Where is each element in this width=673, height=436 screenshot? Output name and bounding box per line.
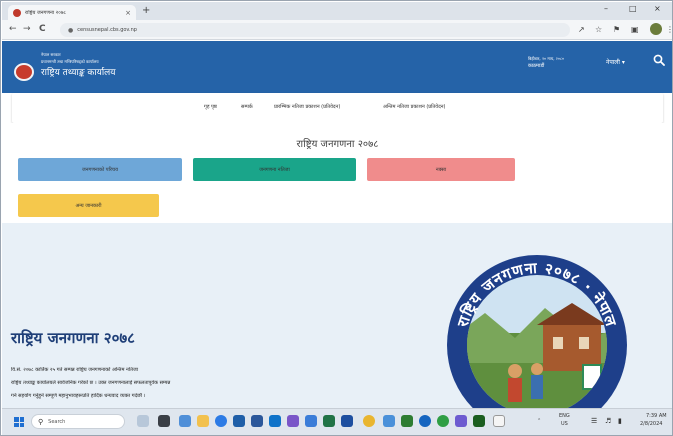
- language-selector[interactable]: नेपाली ▾: [606, 58, 625, 66]
- task-view-icon[interactable]: [158, 415, 170, 427]
- address-bar[interactable]: ● censusnepal.cbs.gov.np: [60, 23, 570, 37]
- spreadsheet-icon[interactable]: [473, 415, 485, 427]
- widgets-icon[interactable]: [179, 415, 191, 427]
- census-results-button[interactable]: जनगणना नतिजा: [193, 158, 356, 181]
- banner-paragraph-line-3: गर्न सहयोग गर्नुहुने सम्पूर्ण महानुभावहर…: [11, 393, 146, 399]
- chrome-icon[interactable]: [363, 415, 375, 427]
- nav-item-home[interactable]: गृह पृष्ठ: [204, 104, 217, 110]
- forward-button[interactable]: →: [23, 24, 31, 35]
- tab-close-icon[interactable]: ×: [125, 9, 131, 17]
- word-icon[interactable]: [251, 415, 263, 427]
- volume-icon[interactable]: ♬: [605, 417, 611, 425]
- calendar-icon[interactable]: [305, 415, 317, 427]
- close-window-button[interactable]: ×: [654, 4, 661, 13]
- copilot-icon[interactable]: [137, 415, 149, 427]
- nav-item-preliminary-results[interactable]: प्रारम्भिक नतिजा प्रकाशन (प्रतिवेदन): [274, 104, 340, 110]
- lock-icon: ●: [68, 26, 74, 34]
- taskbar-search-placeholder: Search: [48, 418, 66, 425]
- search-icon[interactable]: [653, 54, 665, 66]
- maps-icon[interactable]: [401, 415, 413, 427]
- other-info-button[interactable]: अन्य जानकारी: [18, 194, 159, 217]
- outlook-icon[interactable]: [341, 415, 353, 427]
- banner-title: राष्ट्रिय जनगणना २०७८: [11, 329, 135, 347]
- new-tab-button[interactable]: +: [142, 5, 150, 17]
- sidebar-icon[interactable]: ▣: [631, 24, 639, 35]
- media-icon[interactable]: [455, 415, 467, 427]
- browser-app-icon[interactable]: [437, 415, 449, 427]
- census-seal-logo: राष्ट्रिय जनगणना २०७८ · नेपाल: [445, 253, 629, 408]
- excel-icon[interactable]: [323, 415, 335, 427]
- tab-title: राष्ट्रिय जनगणना २०७८: [25, 9, 67, 16]
- favicon-icon: [13, 8, 21, 17]
- header-date: बिहीबार, २० माघ, २०८०: [528, 56, 565, 61]
- government-emblem-icon: [14, 63, 34, 81]
- keyboard-language-top[interactable]: ENG: [559, 413, 570, 419]
- battery-icon[interactable]: ▮: [618, 417, 622, 425]
- map-button[interactable]: नक्सा: [367, 158, 515, 181]
- extensions-icon[interactable]: ⚑: [613, 24, 620, 35]
- mail-icon[interactable]: [269, 415, 281, 427]
- minimize-button[interactable]: –: [604, 4, 608, 13]
- url-text: censusnepal.cbs.gov.np: [77, 27, 137, 33]
- reload-button[interactable]: C: [39, 24, 46, 35]
- chevron-down-icon: ▾: [621, 59, 625, 66]
- screen: राष्ट्रिय जनगणना २०७८ × + – □ × ← → C ● …: [0, 0, 673, 436]
- office-name[interactable]: राष्ट्रिय तथ्याङ्क कार्यालय: [41, 65, 116, 78]
- header-place: काठमाडौं: [528, 63, 545, 69]
- windows-start-icon[interactable]: [14, 417, 24, 427]
- census-intro-button[interactable]: जनगणनाको परिचय: [18, 158, 182, 181]
- search-icon: ⚲: [38, 417, 44, 426]
- profile-icon[interactable]: [650, 23, 662, 35]
- language-label: नेपाली: [606, 59, 620, 66]
- clock-date[interactable]: 2/8/2024: [640, 421, 662, 427]
- clock-time[interactable]: 7:39 AM: [646, 413, 667, 419]
- share-icon[interactable]: ↗: [578, 24, 585, 35]
- nav-item-contact[interactable]: सम्पर्क: [241, 104, 253, 110]
- star-icon[interactable]: ☆: [595, 24, 602, 35]
- teams-icon[interactable]: [287, 415, 299, 427]
- banner-paragraph-line-1: वि.सं. २०७८ कार्तिक २५ गते सम्पन्न राष्ट…: [11, 367, 138, 373]
- edge-icon[interactable]: [215, 415, 227, 427]
- settings-icon[interactable]: [493, 415, 505, 427]
- nav-item-final-results[interactable]: अन्तिम नतिजा प्रकाशन (प्रतिवेदन): [383, 104, 445, 110]
- wifi-icon[interactable]: ☰: [591, 417, 597, 425]
- back-button[interactable]: ←: [9, 24, 17, 35]
- menu-icon[interactable]: ⋮: [666, 24, 672, 35]
- address-bar-row: ← → C ● censusnepal.cbs.gov.np ↗ ☆ ⚑ ▣ ⋮: [2, 20, 672, 40]
- keyboard-language-bottom[interactable]: US: [561, 421, 568, 427]
- gov-line: नेपाल सरकार: [41, 52, 61, 57]
- maximize-button[interactable]: □: [629, 4, 637, 13]
- tab-strip: राष्ट्रिय जनगणना २०७८ × + – □ ×: [2, 2, 672, 20]
- store-icon[interactable]: [233, 415, 245, 427]
- browser-tab[interactable]: राष्ट्रिय जनगणना २०७८ ×: [8, 5, 136, 20]
- file-explorer-icon[interactable]: [197, 415, 209, 427]
- photos-icon[interactable]: [383, 415, 395, 427]
- taskbar-search[interactable]: ⚲ Search: [31, 414, 125, 429]
- section-title: राष्ट्रिय जनगणना २०७८: [296, 139, 379, 150]
- banner-paragraph-line-2: राष्ट्रिय तथ्याङ्क कार्यालयले सार्वजनिक …: [11, 380, 171, 386]
- tray-chevron-icon[interactable]: ⌃: [537, 418, 541, 424]
- globe-icon[interactable]: [419, 415, 431, 427]
